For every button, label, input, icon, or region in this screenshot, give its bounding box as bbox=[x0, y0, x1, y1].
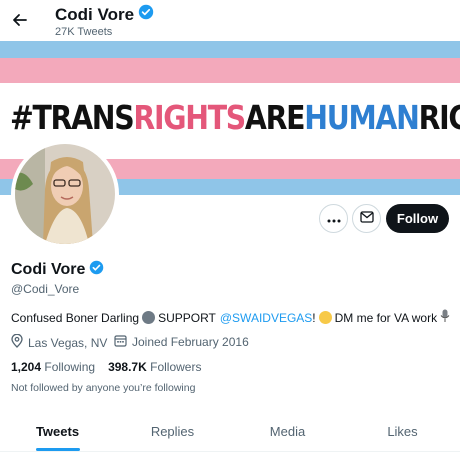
header-title: Codi Vore bbox=[55, 4, 154, 25]
tab-label-media: Media bbox=[269, 424, 306, 439]
profile-name: Codi Vore bbox=[11, 260, 104, 280]
more-options-button[interactable] bbox=[319, 204, 348, 233]
banner-word-rights-pink: RIGHTS bbox=[133, 98, 246, 137]
profile-location: Las Vegas, NV bbox=[11, 333, 108, 351]
tab-label-likes: Likes bbox=[387, 424, 418, 439]
banner-word-rights: RIGHTS bbox=[418, 98, 460, 137]
tab-media[interactable]: Media bbox=[230, 413, 345, 451]
arrow-left-icon[interactable] bbox=[10, 10, 30, 30]
verified-badge-icon bbox=[89, 260, 104, 280]
microphone-emoji-icon bbox=[440, 309, 450, 326]
followers-link[interactable]: 398.7K Followers bbox=[108, 360, 201, 374]
following-count: 1,204 bbox=[11, 360, 42, 374]
follow-stats: 1,204 Following 398.7K Followers bbox=[11, 360, 201, 374]
tweet-count: 27K Tweets bbox=[55, 26, 113, 38]
calendar-icon bbox=[114, 334, 127, 350]
new-moon-face-emoji-icon bbox=[142, 311, 156, 324]
bio-mention-link[interactable]: @SWAIDVEGAS bbox=[220, 311, 312, 325]
more-horizontal-icon bbox=[327, 210, 341, 228]
tab-likes[interactable]: Likes bbox=[345, 413, 460, 451]
bio-text-1: Confused Boner Darling bbox=[11, 310, 140, 325]
following-label: Following bbox=[44, 360, 96, 374]
banner-word-trans: #TRANS bbox=[10, 98, 135, 137]
bio-text-2: SUPPORT bbox=[158, 310, 216, 325]
not-followed-note: Not followed by anyone you’re following bbox=[11, 382, 196, 394]
location-pin-icon bbox=[11, 333, 23, 351]
tabs-divider bbox=[0, 451, 460, 452]
joined-text: Joined February 2016 bbox=[132, 335, 249, 349]
header-name: Codi Vore bbox=[55, 4, 135, 24]
banner-slogan: #TRANSRIGHTSAREHUMANRIGHTS bbox=[10, 101, 460, 134]
bio-text-3: ! bbox=[312, 310, 316, 325]
profile-handle: @Codi_Vore bbox=[11, 282, 80, 296]
smiling-face-emoji-icon bbox=[318, 311, 332, 324]
followers-count: 398.7K bbox=[108, 360, 147, 374]
banner-stripe-pink-top bbox=[0, 58, 460, 83]
profile-joined: Joined February 2016 bbox=[114, 334, 249, 350]
banner-word-human: HUMAN bbox=[304, 98, 420, 137]
tab-replies[interactable]: Replies bbox=[115, 413, 230, 451]
display-name: Codi Vore bbox=[11, 261, 86, 278]
avatar[interactable] bbox=[11, 140, 119, 248]
message-button[interactable] bbox=[352, 204, 381, 233]
profile-tabs: Tweets Replies Media Likes bbox=[0, 413, 460, 451]
profile-header: Codi Vore 27K Tweets bbox=[0, 0, 460, 41]
mail-icon bbox=[359, 210, 374, 228]
tab-label-tweets: Tweets bbox=[35, 424, 80, 439]
following-link[interactable]: 1,204 Following bbox=[11, 360, 95, 374]
banner-stripe-blue-top bbox=[0, 41, 460, 58]
banner-word-are: ARE bbox=[244, 98, 306, 137]
tab-tweets[interactable]: Tweets bbox=[0, 413, 115, 451]
bio-text-4: DM me for VA work bbox=[334, 310, 438, 325]
verified-badge-icon bbox=[138, 4, 154, 25]
profile-bio: Confused Boner Darling SUPPORT @SWAIDVEG… bbox=[11, 309, 450, 326]
location-text: Las Vegas, NV bbox=[28, 335, 108, 350]
follow-button[interactable]: Follow bbox=[386, 204, 449, 233]
followers-label: Followers bbox=[150, 360, 202, 374]
tab-label-replies: Replies bbox=[150, 424, 195, 439]
